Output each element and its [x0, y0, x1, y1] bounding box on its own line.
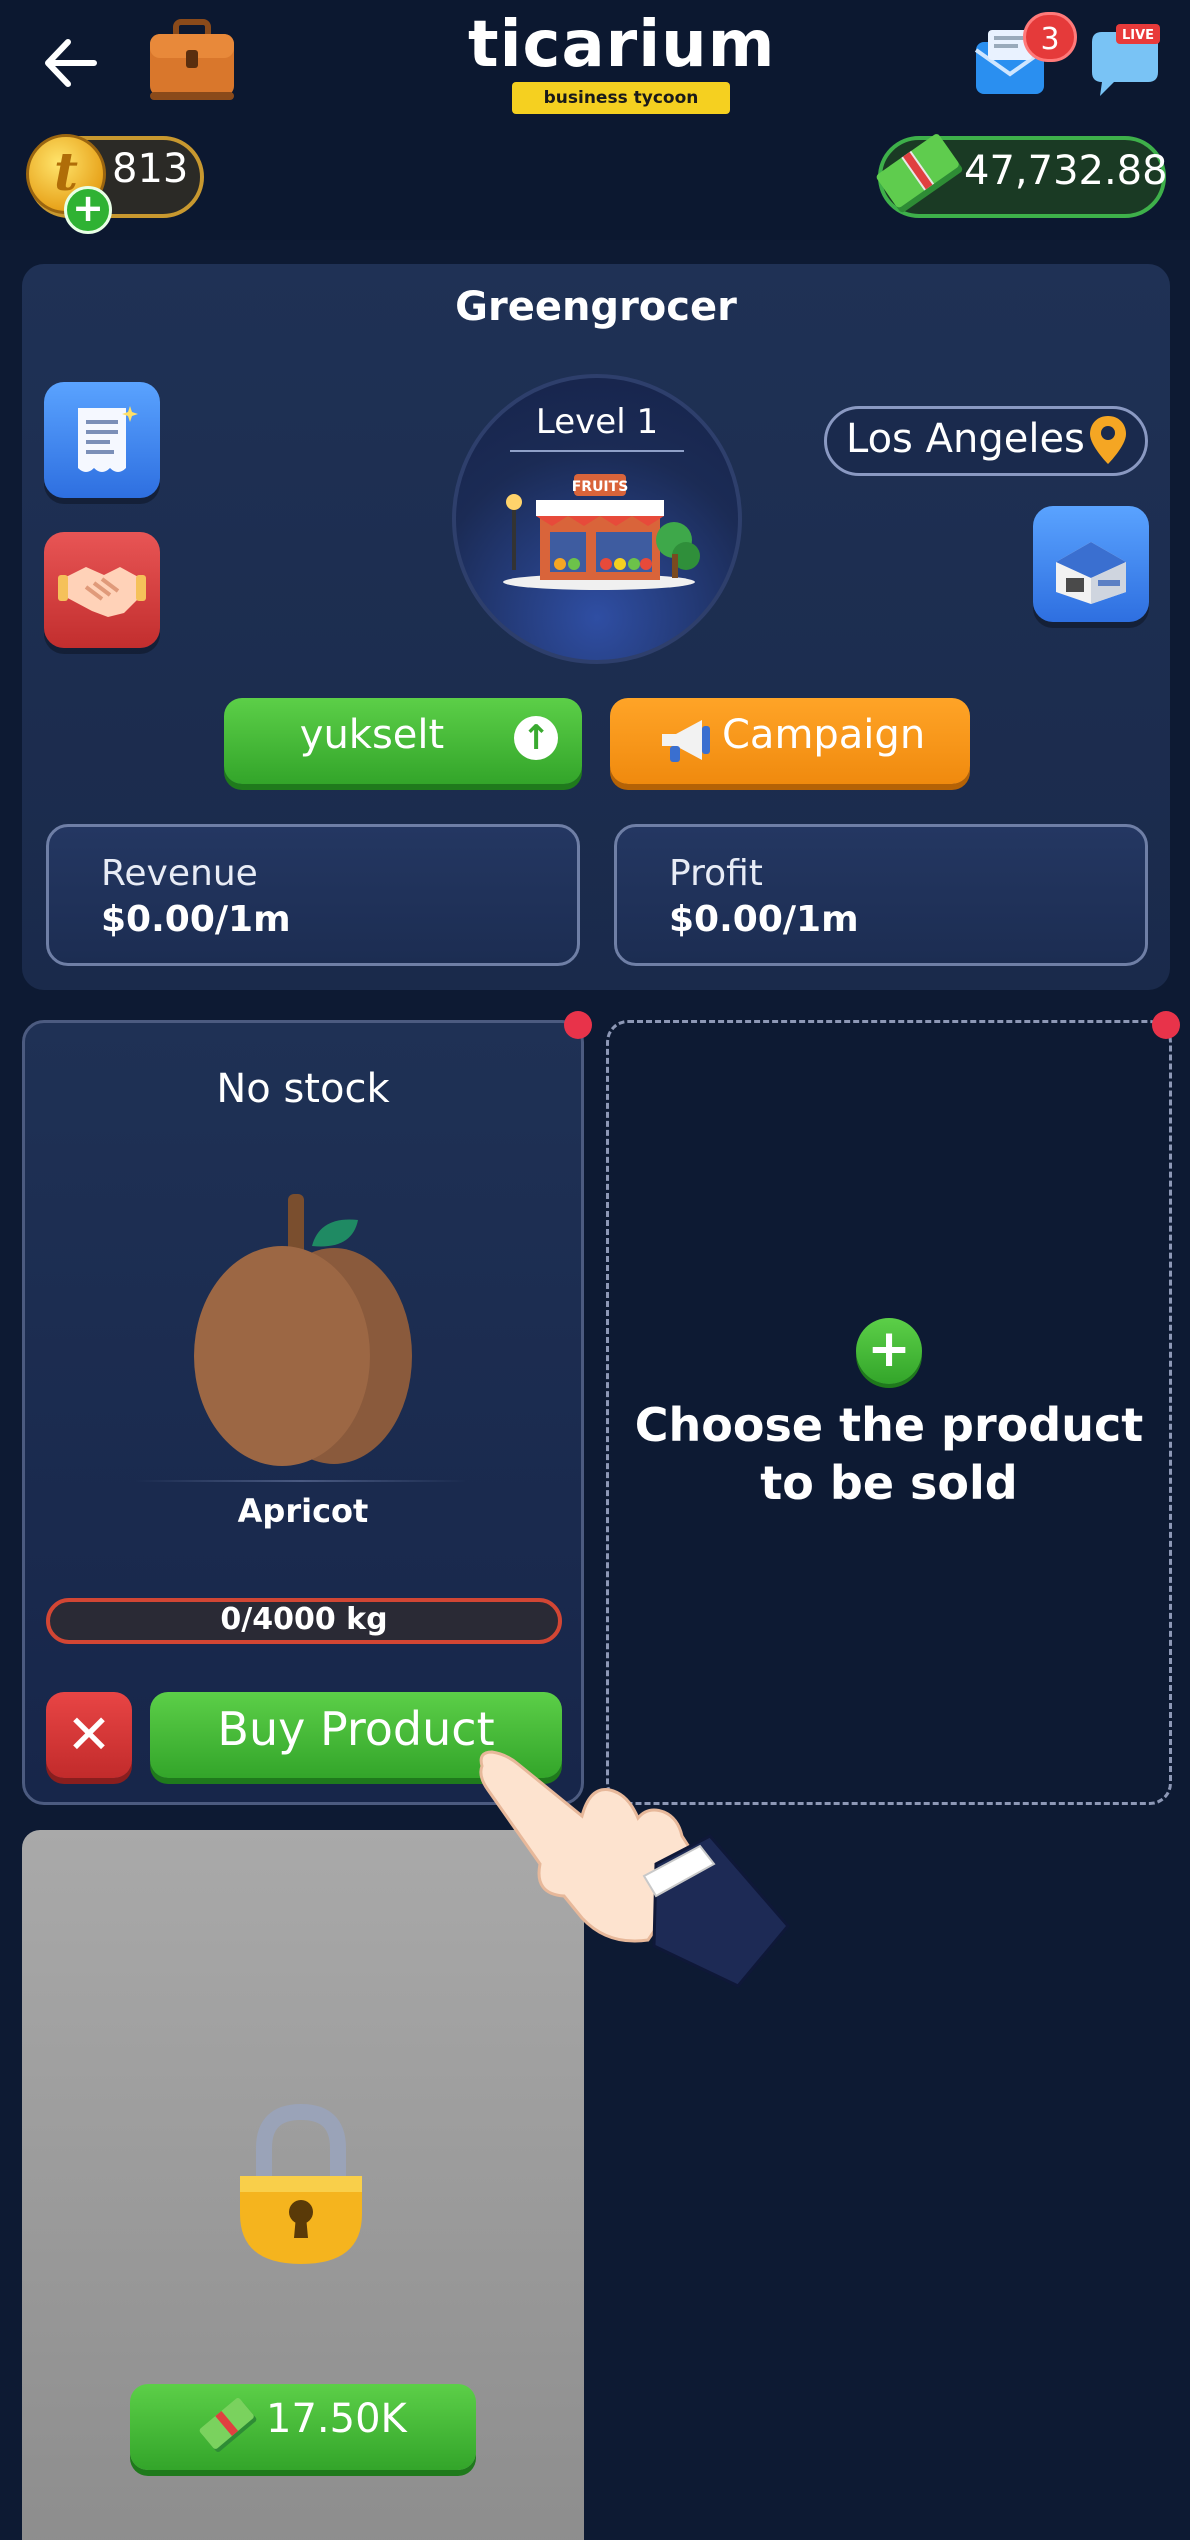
campaign-label: Campaign: [722, 712, 926, 758]
profit-value: $0.00/1m: [669, 899, 859, 940]
cash-icon: [872, 128, 968, 220]
level-divider: [510, 450, 684, 452]
notification-dot: [1152, 1011, 1180, 1039]
choose-product-prompt: Choose the product to be sold: [606, 1396, 1172, 1512]
remove-product-button[interactable]: ✕: [46, 1692, 132, 1778]
location-pin-icon: [1088, 414, 1128, 466]
city-name: Los Angeles: [846, 416, 1085, 462]
unlock-price: 17.50K: [266, 2396, 407, 2442]
fruit-shop-image: FRUITS: [496, 470, 702, 590]
receipt-icon: [78, 406, 138, 472]
revenue-value: $0.00/1m: [101, 899, 291, 940]
product-divider: [136, 1480, 466, 1482]
warehouse-button[interactable]: [1033, 506, 1149, 622]
svg-text:FRUITS: FRUITS: [572, 479, 629, 495]
shop-title: Greengrocer: [455, 284, 737, 330]
back-arrow-icon: [45, 39, 97, 87]
briefcase-button[interactable]: [146, 18, 238, 104]
mail-badge: 3: [1023, 12, 1077, 62]
profit-label: Profit: [669, 853, 763, 894]
plus-icon[interactable]: +: [856, 1318, 922, 1384]
pointing-hand-icon: [478, 1746, 790, 2000]
live-chat-button[interactable]: LIVE: [1086, 22, 1162, 102]
notification-dot: [564, 1011, 592, 1039]
shop-level: Level 1: [535, 402, 659, 442]
arrow-up-icon: ↑: [514, 716, 558, 760]
store-icon: [1056, 542, 1126, 604]
megaphone-icon: [656, 712, 714, 768]
logo-text: ticarium: [468, 8, 776, 82]
deal-button[interactable]: [44, 532, 160, 648]
apricot-icon: [170, 1186, 440, 1476]
choose-line-1: Choose the product: [634, 1398, 1144, 1452]
profit-box: Profit $0.00/1m: [614, 824, 1148, 966]
product-name: Apricot: [237, 1492, 369, 1530]
briefcase-icon: [150, 19, 234, 100]
revenue-box: Revenue $0.00/1m: [46, 824, 580, 966]
logo-subtitle: business tycoon: [512, 82, 730, 114]
coin-amount: 813: [112, 146, 189, 192]
lock-icon: [232, 2103, 370, 2270]
choose-line-2: to be sold: [760, 1456, 1018, 1510]
cash-icon: [198, 2396, 258, 2454]
close-icon: ✕: [66, 1703, 112, 1766]
add-coins-button[interactable]: +: [64, 186, 112, 234]
live-chat-icon: LIVE: [1092, 24, 1160, 96]
stock-status: No stock: [216, 1066, 390, 1112]
handshake-icon: [58, 567, 146, 617]
upgrade-label: yukselt: [299, 712, 445, 758]
back-button[interactable]: [30, 28, 110, 98]
app-logo: ticarium business tycoon: [460, 8, 774, 118]
receipt-button[interactable]: [44, 382, 160, 498]
svg-text:LIVE: LIVE: [1122, 28, 1154, 43]
stock-amount: 0/4000 kg: [220, 1602, 388, 1637]
revenue-label: Revenue: [101, 853, 258, 894]
money-amount: 47,732.88: [964, 148, 1168, 194]
